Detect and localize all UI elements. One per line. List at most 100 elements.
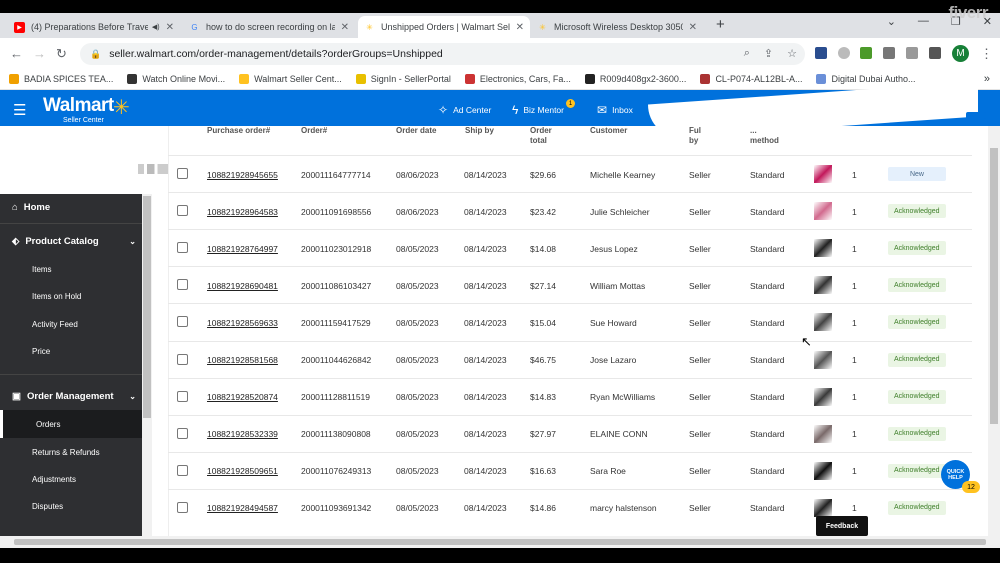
sidebar-item-returns-refunds[interactable]: Returns & Refunds [32,448,100,457]
sidebar-item-items[interactable]: Items [32,265,52,274]
bookmark-item[interactable]: Watch Online Movi... [127,74,225,84]
purchase-order-link[interactable]: 108821928532339 [207,416,278,453]
header-purchase-order[interactable]: Purchase order# [207,126,270,136]
product-thumbnail[interactable] [814,498,832,517]
sidebar-item-order-management[interactable]: ▣ Order Management ⌄ [12,391,136,402]
nav-inbox[interactable]: ✉ Inbox [597,103,633,117]
purchase-order-link[interactable]: 108821928494587 [207,490,278,527]
purchase-order-link[interactable]: 108821928520874 [207,379,278,416]
product-thumbnail[interactable] [814,313,832,332]
bookmark-item[interactable]: R009d408gx2-3600... [584,74,686,84]
row-checkbox[interactable] [177,279,188,291]
table-row[interactable]: 108821928569633 200011159417529 08/05/2023… [168,303,972,340]
product-thumbnail[interactable] [814,239,832,258]
sidebar-item-product-catalog[interactable]: ⬖ Product Catalog ⌄ [12,236,136,247]
close-tab-icon[interactable]: ✕ [516,22,524,33]
header-fulfilled-by[interactable]: Ful by [689,126,701,146]
walmart-logo[interactable]: Walmart Seller Center [43,95,114,124]
product-thumbnail[interactable] [814,461,832,480]
profile-avatar[interactable]: M [952,45,969,62]
bookmark-item[interactable]: Digital Dubai Autho... [816,74,916,84]
close-tab-icon[interactable]: ✕ [689,22,697,33]
zoom-icon[interactable]: ⌕ [744,47,750,60]
row-checkbox[interactable] [177,501,188,513]
share-icon[interactable]: ⇪ [764,47,773,60]
browser-tab[interactable]: ✳ Unshipped Orders | Walmart Sell ✕ [358,16,530,38]
table-row[interactable]: 108821928764997 200011023012918 08/05/2023… [168,229,972,266]
header-order-date[interactable]: Order date [396,126,436,136]
puzzle-icon[interactable] [883,47,895,59]
bookmark-star-icon[interactable]: ☆ [787,47,797,60]
bookmark-item[interactable]: Walmart Seller Cent... [239,74,342,84]
row-checkbox[interactable] [177,353,188,365]
tab-search-icon[interactable]: ⌄ [887,15,896,28]
sidebar-scrollbar[interactable] [142,194,152,536]
header-customer[interactable]: Customer [590,126,627,136]
close-tab-icon[interactable]: ✕ [166,22,174,33]
row-checkbox[interactable] [177,390,188,402]
purchase-order-link[interactable]: 108821928945655 [207,156,278,193]
scrollbar-thumb[interactable] [143,196,151,418]
browser-tab[interactable]: Ghow to do screen recording on la ✕ [183,16,355,38]
forward-button[interactable]: → [33,46,46,61]
back-button[interactable]: ← [10,46,23,61]
scrollbar-thumb[interactable] [990,148,998,424]
header-ship-by[interactable]: Ship by [465,126,494,136]
browser-tab[interactable]: ▶ (4) Preparations Before Trave ◀) ✕ [8,16,180,38]
speaker-icon[interactable]: ◀) [152,23,160,31]
purchase-order-link[interactable]: 108821928964583 [207,193,278,230]
product-thumbnail[interactable] [814,202,832,221]
sidebar-item-items-on-hold[interactable]: Items on Hold [32,292,81,301]
bookmark-item[interactable]: Electronics, Cars, Fa... [464,74,571,84]
product-thumbnail[interactable] [814,276,832,295]
row-checkbox[interactable] [177,168,188,179]
table-row[interactable]: 108821928509651 200011076249313 08/05/2023… [168,451,972,490]
horizontal-scrollbar[interactable] [0,536,1000,548]
menu-kebab-icon[interactable]: ⋮ [980,46,993,62]
minimize-button[interactable]: — [918,15,929,28]
feedback-button[interactable]: Feedback [816,516,868,536]
reading-list-icon[interactable] [906,47,918,59]
side-panel-icon[interactable] [929,47,941,59]
browser-tab[interactable]: ✳ Microsoft Wireless Desktop 3050 ✕ [531,16,703,38]
table-row[interactable]: 108821928690481 200011086103427 08/05/2023… [168,266,972,303]
sidebar-item-home[interactable]: ⌂ Home [12,202,136,213]
purchase-order-link[interactable]: 108821928509651 [207,453,278,490]
close-tab-icon[interactable]: ✕ [341,22,349,33]
extension-icon[interactable] [815,47,827,59]
extension-icon[interactable] [838,47,850,59]
purchase-order-link[interactable]: 108821928581568 [207,342,278,379]
sidebar-item-orders[interactable]: Orders [36,420,60,429]
hamburger-menu-icon[interactable]: ☰ [13,101,26,119]
more-bookmarks-button[interactable]: » [984,73,990,85]
row-checkbox[interactable] [177,427,188,439]
product-thumbnail[interactable] [814,424,832,443]
table-row[interactable]: 108821928581568 200011044626842 08/05/2023… [168,340,972,379]
header-order-number[interactable]: Order# [301,126,327,136]
bookmark-item[interactable]: SignIn - SellerPortal [355,74,451,84]
sidebar-item-price[interactable]: Price [32,347,50,356]
sidebar-item-adjustments[interactable]: Adjustments [32,475,76,484]
address-bar[interactable]: 🔒 seller.walmart.com/order-management/de… [80,43,805,65]
scrollbar-thumb[interactable] [14,539,986,545]
purchase-order-link[interactable]: 108821928764997 [207,230,278,267]
bookmark-item[interactable]: CL-P074-AL12BL-A... [700,74,802,84]
product-thumbnail[interactable] [814,350,832,369]
reload-button[interactable]: ↻ [56,46,67,62]
row-checkbox[interactable] [177,242,188,254]
nav-biz-mentor[interactable]: ϟ Biz Mentor [512,103,564,117]
table-row[interactable]: 108821928945655 200011164777714 08/06/2023… [168,155,972,192]
row-checkbox[interactable] [177,205,188,217]
table-row[interactable]: 108821928520874 200011128811519 08/05/2023… [168,377,972,416]
extension-icon[interactable] [860,47,872,59]
purchase-order-link[interactable]: 108821928569633 [207,304,278,341]
row-checkbox[interactable] [177,316,188,328]
header-account-tab[interactable] [966,112,986,119]
header-order-total[interactable]: Order total [530,126,552,146]
product-thumbnail[interactable] [814,165,832,183]
table-row[interactable]: 108821928964583 200011091698556 08/06/2023… [168,192,972,229]
table-row[interactable]: 108821928532339 200011138090808 08/05/2023… [168,414,972,453]
nav-ad-center[interactable]: ✧ Ad Center [438,103,491,117]
row-checkbox[interactable] [177,464,188,476]
bookmark-item[interactable]: BADIA SPICES TEA... [9,74,113,84]
